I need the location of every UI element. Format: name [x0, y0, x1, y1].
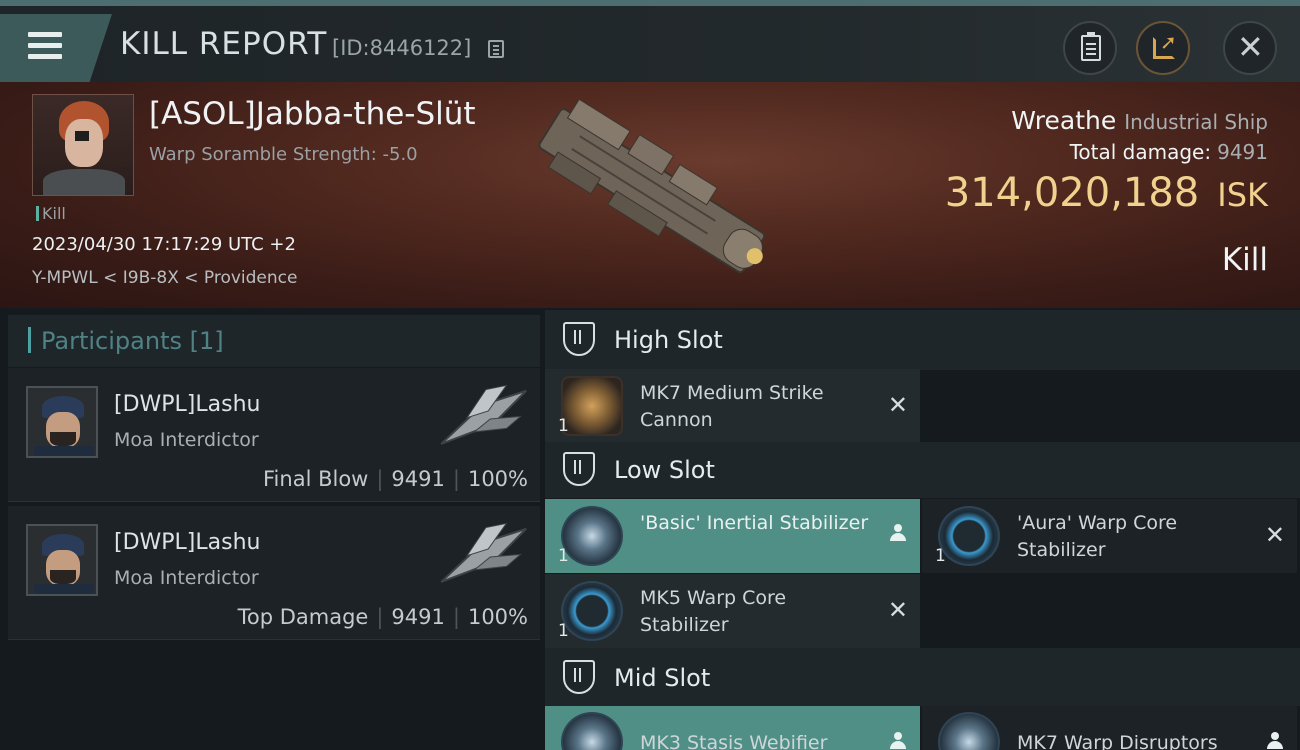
victim-banner: [ASOL]Jabba-the-Slüt Warp Soramble Stren…	[0, 82, 1300, 308]
slot-shield-icon	[563, 322, 595, 356]
module-item[interactable]: 1 'Aura' Warp Core Stabilizer ✕	[922, 499, 1297, 573]
participant-ship-image	[440, 522, 527, 583]
module-item[interactable]: 1 MK7 Medium Strike Cannon ✕	[545, 369, 920, 443]
module-qty: 1	[558, 546, 569, 566]
destroyed-icon: ✕	[1264, 521, 1285, 549]
kill-location[interactable]: Y-MPWL < I9B-8X < Providence	[32, 268, 297, 288]
mid-slot-header: Mid Slot	[545, 648, 1300, 706]
participant-name: [DWPL]Lashu	[114, 392, 261, 417]
mid-slot-title: Mid Slot	[614, 664, 711, 692]
module-qty: 1	[558, 416, 569, 436]
participant-card[interactable]: [DWPL]Lashu Moa Interdictor Top Damage | 9…	[8, 506, 540, 640]
share-icon	[1153, 30, 1177, 59]
close-button[interactable]: ✕	[1223, 21, 1277, 75]
kill-id: [ID:8446122]	[332, 36, 472, 60]
copy-icon[interactable]	[488, 40, 504, 58]
participant-card[interactable]: [DWPL]Lashu Moa Interdictor Final Blow | 9…	[8, 368, 540, 502]
victim-ship-image	[538, 98, 766, 274]
module-name: 'Basic' Inertial Stabilizer	[640, 512, 869, 534]
module-name: MK7 Warp Disruptors	[1017, 732, 1218, 750]
participant-ship: Moa Interdictor	[114, 429, 259, 451]
module-name: MK5 Warp Core Stabilizer	[640, 587, 787, 636]
warp-core-stabilizer-icon	[938, 506, 1000, 566]
participant-ship: Moa Interdictor	[114, 567, 259, 589]
warp-disruptor-icon	[938, 712, 1000, 750]
dropped-person-icon	[890, 732, 906, 750]
dropped-person-icon	[1267, 732, 1283, 750]
kill-timestamp: 2023/04/30 17:17:29 UTC +2	[32, 234, 296, 255]
share-button[interactable]	[1136, 21, 1190, 75]
participant-stats: Final Blow | 9491 | 100%	[263, 467, 528, 491]
kill-tag: Kill	[36, 204, 66, 223]
module-name: 'Aura' Warp Core Stabilizer	[1017, 512, 1178, 561]
result-label: Kill	[1221, 242, 1268, 278]
slot-shield-icon	[563, 660, 595, 694]
total-damage: Total damage: 9491	[1069, 140, 1268, 164]
menu-button[interactable]	[0, 14, 112, 82]
high-slot-header: High Slot	[545, 310, 1300, 370]
warp-core-stabilizer-icon	[561, 581, 623, 641]
participant-stats: Top Damage | 9491 | 100%	[237, 605, 528, 629]
isk-value: 314,020,188 ISK	[944, 170, 1268, 216]
victim-portrait[interactable]	[32, 94, 134, 196]
hamburger-icon	[28, 32, 62, 60]
slot-shield-icon	[563, 452, 595, 486]
low-slot-header: Low Slot	[545, 442, 1300, 498]
module-item[interactable]: 1 MK5 Warp Core Stabilizer ✕	[545, 574, 920, 648]
clipboard-icon	[1081, 32, 1101, 61]
clipboard-button[interactable]	[1063, 21, 1117, 75]
inertial-stabilizer-icon	[561, 506, 623, 566]
module-item[interactable]: MK7 Warp Disruptors	[922, 706, 1297, 750]
victim-name[interactable]: [ASOL]Jabba-the-Slüt	[149, 96, 476, 132]
header-bar: KILL REPORT [ID:8446122] ✕	[0, 6, 1300, 82]
page-title: KILL REPORT	[120, 26, 328, 62]
participant-ship-image	[440, 384, 527, 445]
module-qty: 1	[558, 621, 569, 641]
cannon-icon	[561, 376, 623, 436]
participant-avatar[interactable]	[26, 386, 98, 458]
participant-avatar[interactable]	[26, 524, 98, 596]
module-qty: 1	[935, 546, 946, 566]
participants-header: Participants [1]	[8, 315, 540, 367]
high-slot-title: High Slot	[614, 326, 723, 354]
close-icon: ✕	[1237, 28, 1264, 66]
low-slot-title: Low Slot	[614, 456, 715, 484]
dropped-person-icon	[890, 524, 906, 542]
destroyed-icon: ✕	[887, 391, 908, 419]
module-item[interactable]: MK3 Stasis Webifier	[545, 706, 920, 750]
module-name: MK3 Stasis Webifier	[640, 732, 828, 750]
warp-scramble-strength: Warp Soramble Strength: -5.0	[149, 144, 418, 165]
module-item[interactable]: 1 'Basic' Inertial Stabilizer	[545, 499, 920, 573]
destroyed-icon: ✕	[887, 596, 908, 624]
participant-name: [DWPL]Lashu	[114, 530, 261, 555]
participants-title: Participants [1]	[41, 327, 224, 355]
module-name: MK7 Medium Strike Cannon	[640, 382, 824, 431]
stasis-webifier-icon	[561, 712, 623, 750]
victim-ship[interactable]: Wreathe Industrial Ship	[1011, 106, 1268, 135]
